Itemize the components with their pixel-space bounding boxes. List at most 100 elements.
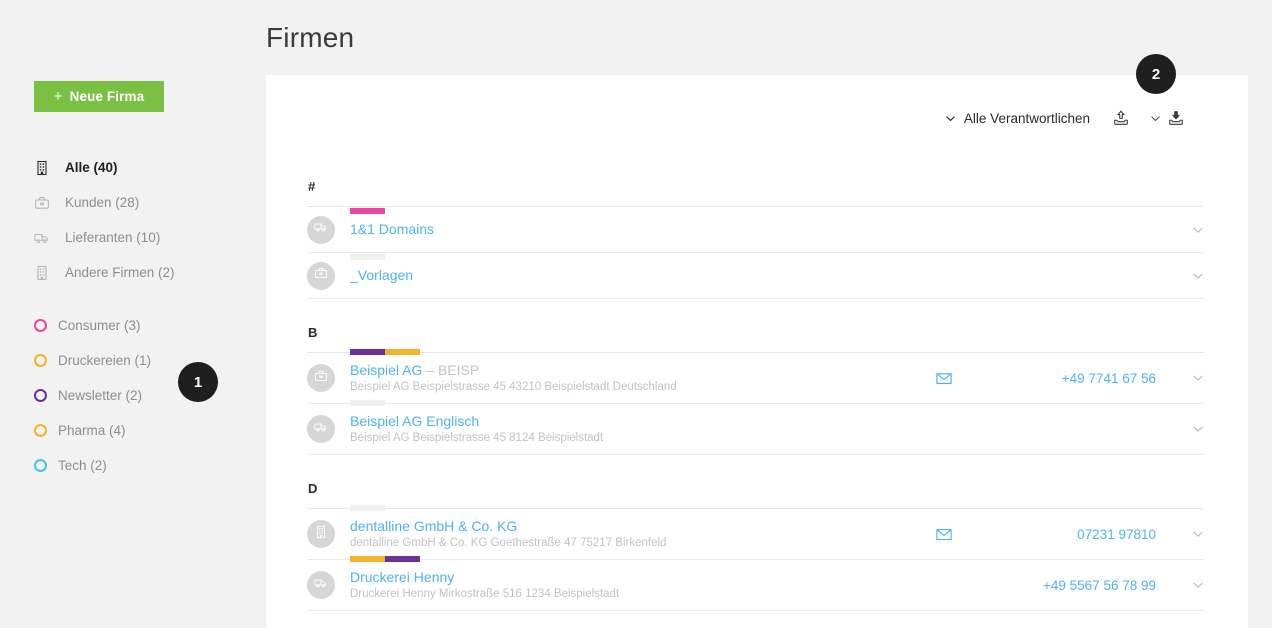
avatar	[307, 364, 335, 392]
company-list: #1&1 Domains _Vorlagen B Beispiel AG – BEIS…	[307, 178, 1204, 611]
sidebar-tag-label: Druckereien (1)	[58, 353, 152, 368]
chevron-down-icon[interactable]	[1164, 528, 1204, 540]
avatar	[307, 571, 335, 599]
toolbar: Alle Verantwortlichen	[945, 105, 1185, 131]
tag-color-dot	[34, 354, 47, 367]
truck-icon	[34, 228, 56, 248]
company-row[interactable]: 1&1 Domains	[307, 207, 1204, 253]
annotation-badge-2: 2	[1136, 54, 1176, 94]
sidebar-item-label: Alle (40)	[65, 160, 118, 175]
company-phone[interactable]: +49 5567 56 78 99	[964, 578, 1164, 593]
sidebar-item-label: Kunden (28)	[65, 195, 140, 210]
annotation-badge-1: 1	[178, 362, 218, 402]
briefcase-icon	[314, 266, 328, 285]
chevron-down-icon[interactable]	[1164, 372, 1204, 384]
new-company-button-label: Neue Firma	[69, 89, 145, 104]
company-phone[interactable]: 07231 97810	[964, 527, 1164, 542]
company-address: dentalline GmbH & Co. KG Goethestraße 47…	[350, 536, 667, 549]
truck-icon	[314, 420, 328, 439]
sidebar-tag-label: Consumer (3)	[58, 318, 141, 333]
row-tag-bar	[350, 399, 385, 406]
company-name[interactable]: Druckerei Henny	[350, 569, 924, 586]
sidebar-item-label: Lieferanten (10)	[65, 230, 161, 245]
sidebar-tag-label: Pharma (4)	[58, 423, 126, 438]
company-row[interactable]: Druckerei Henny Druckerei Henny Mirkostra…	[307, 555, 1204, 611]
sidebar-tag-2[interactable]: Newsletter (2)	[34, 378, 254, 413]
row-tag-swatch	[350, 254, 385, 260]
company-name-text: dentalline GmbH & Co. KG	[350, 517, 518, 534]
tag-color-dot	[34, 389, 47, 402]
company-row[interactable]: dentalline GmbH & Co. KG dentalline GmbH …	[307, 504, 1204, 560]
upload-icon[interactable]	[1112, 109, 1130, 127]
chevron-down-icon[interactable]	[1164, 423, 1204, 435]
company-name[interactable]: _Vorlagen	[350, 267, 924, 284]
chevron-down-icon[interactable]	[1164, 270, 1204, 282]
row-tag-swatch	[350, 208, 385, 214]
row-tag-bar	[350, 348, 420, 355]
row-tag-bar	[350, 254, 385, 260]
company-name[interactable]: Beispiel AG – BEISP	[350, 362, 924, 379]
company-name[interactable]: dentalline GmbH & Co. KG	[350, 518, 924, 535]
download-icon[interactable]	[1167, 109, 1185, 127]
sidebar-item-3[interactable]: Andere Firmen (2)	[34, 255, 254, 290]
avatar	[307, 215, 335, 244]
sidebar-tag-1[interactable]: Druckereien (1)	[34, 343, 254, 378]
company-row[interactable]: Beispiel AG Englisch Beispiel AG Beispiel…	[307, 399, 1204, 455]
building-icon	[34, 158, 56, 178]
sidebar-tag-4[interactable]: Tech (2)	[34, 448, 254, 483]
group-letter-heading: B	[307, 324, 1204, 353]
company-name-text: 1&1 Domains	[350, 221, 435, 237]
sidebar-item-0[interactable]: Alle (40)	[34, 150, 254, 185]
row-tag-swatch	[350, 348, 385, 355]
avatar	[307, 520, 335, 548]
chevron-down-icon[interactable]	[1150, 113, 1161, 124]
briefcase-icon	[314, 369, 328, 388]
tag-color-dot	[34, 424, 47, 437]
row-tag-bar	[350, 208, 385, 214]
row-tag-swatch	[385, 555, 420, 562]
chevron-down-icon[interactable]	[1164, 224, 1204, 236]
sidebar: + Neue Firma Alle (40) Kunden (28) Liefera…	[0, 0, 266, 628]
group-letter-heading: #	[307, 178, 1204, 207]
company-shortcode: – BEISP	[426, 361, 480, 378]
responsible-filter-dropdown[interactable]: Alle Verantwortlichen	[945, 111, 1090, 126]
company-name-text: Beispiel AG Englisch	[350, 412, 480, 429]
row-tag-bar	[350, 555, 420, 562]
briefcase-icon	[34, 193, 56, 213]
sidebar-tag-3[interactable]: Pharma (4)	[34, 413, 254, 448]
row-tag-swatch	[350, 504, 385, 511]
company-address: Beispiel AG Beispielstrasse 45 8124 Beis…	[350, 431, 604, 444]
plus-icon: +	[53, 88, 63, 105]
chevron-down-icon[interactable]	[1164, 579, 1204, 591]
sidebar-tag-0[interactable]: Consumer (3)	[34, 308, 254, 343]
new-company-button[interactable]: + Neue Firma	[34, 81, 164, 112]
sidebar-item-1[interactable]: Kunden (28)	[34, 185, 254, 220]
sidebar-tag-label: Newsletter (2)	[58, 388, 143, 403]
row-tag-bar	[350, 504, 385, 511]
mail-icon[interactable]	[924, 528, 964, 541]
company-name-text: Druckerei Henny	[350, 568, 455, 585]
group-letter-heading: D	[307, 480, 1204, 509]
company-name-text: _Vorlagen	[350, 267, 414, 283]
company-name[interactable]: Beispiel AG Englisch	[350, 413, 924, 430]
avatar	[307, 261, 335, 290]
row-tag-swatch	[385, 348, 420, 355]
row-tag-swatch	[350, 399, 385, 406]
sidebar-item-2[interactable]: Lieferanten (10)	[34, 220, 254, 255]
truck-icon	[314, 576, 328, 595]
responsible-filter-label: Alle Verantwortlichen	[963, 110, 1090, 126]
app-root: + Neue Firma Alle (40) Kunden (28) Liefera…	[0, 0, 1272, 628]
company-row[interactable]: _Vorlagen	[307, 253, 1204, 299]
chevron-down-icon	[945, 113, 956, 124]
company-phone[interactable]: +49 7741 67 56	[964, 371, 1164, 386]
truck-icon	[314, 220, 328, 239]
company-row[interactable]: Beispiel AG – BEISP Beispiel AG Beispiels…	[307, 348, 1204, 404]
mail-icon[interactable]	[924, 372, 964, 385]
tag-color-dot	[34, 319, 47, 332]
page-title: Firmen	[266, 22, 355, 53]
company-name[interactable]: 1&1 Domains	[350, 221, 924, 238]
building-icon	[314, 525, 328, 544]
company-address: Druckerei Henny Mirkostraße 516 1234 Bei…	[350, 587, 620, 600]
building-icon	[34, 263, 56, 283]
sidebar-tag-label: Tech (2)	[58, 458, 107, 473]
